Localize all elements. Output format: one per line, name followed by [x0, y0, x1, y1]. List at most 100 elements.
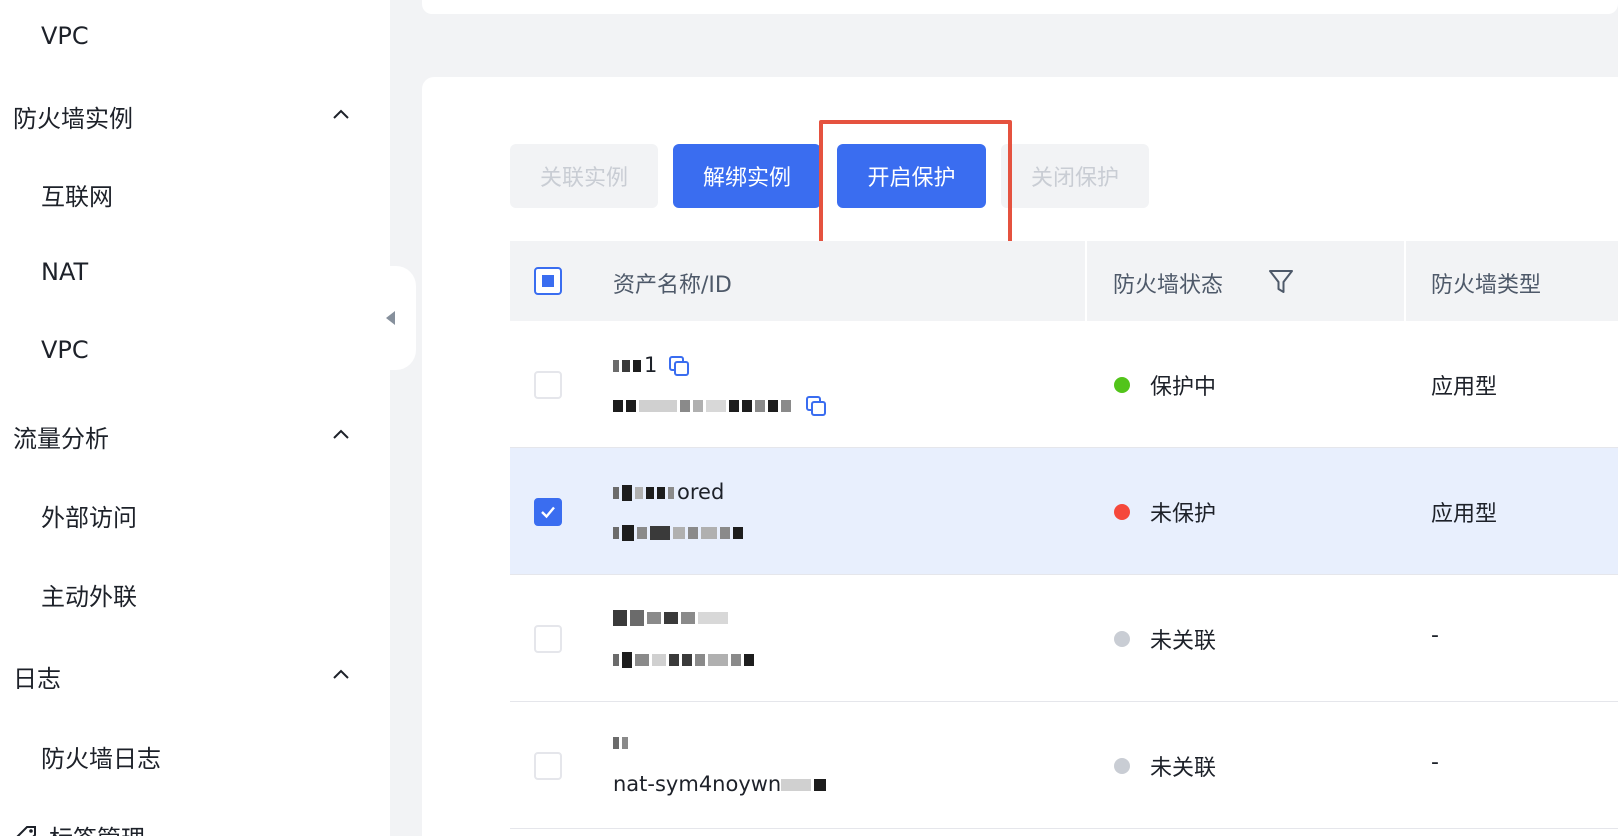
column-divider [1085, 241, 1087, 321]
status-dot [1114, 631, 1130, 647]
chevron-up-icon[interactable] [330, 104, 352, 126]
table-row[interactable]: 1 保护中 应用型 [510, 321, 1618, 448]
redacted-text [622, 485, 632, 501]
sidebar-item-label: 互联网 [41, 182, 113, 211]
checkmark-icon [541, 506, 555, 519]
unbind-instance-button[interactable]: 解绑实例 [673, 144, 821, 208]
sidebar-item-label: 外部访问 [41, 503, 137, 532]
filter-icon[interactable] [1266, 266, 1296, 296]
table-header: 资产名称/ID 防火墙状态 防火墙类型 [510, 241, 1618, 321]
redacted-text [682, 654, 692, 666]
firewall-type: - [1431, 623, 1439, 648]
sidebar-group-firewall-instances[interactable]: 防火墙实例 [0, 86, 390, 146]
row-checkbox[interactable] [534, 752, 562, 780]
sidebar-group-traffic-analysis[interactable]: 流量分析 [0, 406, 390, 466]
redacted-text [688, 527, 698, 539]
button-label: 解绑实例 [702, 166, 791, 191]
asset-name [613, 605, 731, 629]
disable-protection-button[interactable]: 关闭保护 [1001, 144, 1149, 208]
asset-name: 1 [613, 353, 690, 377]
asset-id [613, 520, 746, 544]
status-text: 保护中 [1150, 375, 1217, 400]
redacted-text [626, 400, 636, 412]
redacted-text [622, 360, 630, 372]
associate-instance-button[interactable]: 关联实例 [510, 144, 658, 208]
redacted-text [622, 652, 632, 668]
sidebar-item-label: 主动外联 [41, 582, 137, 611]
sidebar-item-firewall-logs[interactable]: 防火墙日志 [0, 726, 390, 786]
redacted-text [613, 400, 623, 412]
status-text: 未关联 [1150, 756, 1217, 781]
tag-icon [13, 823, 39, 836]
redacted-text [729, 400, 739, 412]
sidebar-item-internet[interactable]: 互联网 [0, 164, 390, 224]
redacted-text [622, 525, 634, 541]
sidebar-item-vpc-top[interactable]: VPC [0, 6, 390, 66]
redacted-text [733, 527, 743, 539]
redacted-text [742, 400, 752, 412]
redacted-text [613, 527, 619, 539]
redacted-text [698, 612, 728, 624]
chevron-up-icon[interactable] [330, 664, 352, 686]
sidebar-item-nat[interactable]: NAT [0, 242, 390, 302]
redacted-text [731, 654, 741, 666]
sidebar-item-outbound[interactable]: 主动外联 [0, 564, 390, 624]
enable-protection-button[interactable]: 开启保护 [837, 144, 986, 208]
row-checkbox[interactable] [534, 371, 562, 399]
sidebar-item-label: 日志 [13, 664, 61, 693]
caret-left-icon [385, 311, 395, 325]
sidebar-item-vpc[interactable]: VPC [0, 320, 390, 380]
sidebar-item-label: 标签管理 [49, 819, 145, 836]
firewall-type: - [1431, 750, 1439, 775]
redacted-text [720, 527, 730, 539]
asset-id [613, 393, 827, 417]
row-checkbox[interactable] [534, 498, 562, 526]
sidebar-item-tag-management[interactable]: 标签管理 [0, 806, 390, 836]
table-row[interactable]: ored 未保护 应用型 [510, 448, 1618, 575]
asset-name: ored [613, 480, 724, 504]
redacted-text [664, 612, 678, 624]
redacted-text [681, 612, 695, 624]
button-label: 关闭保护 [1030, 166, 1119, 191]
redacted-text [635, 487, 643, 499]
redacted-text [630, 610, 644, 626]
chevron-up-icon[interactable] [330, 424, 352, 446]
column-divider [1404, 241, 1406, 321]
redacted-text [814, 779, 827, 791]
firewall-status: 未关联 [1114, 750, 1216, 782]
copy-icon[interactable] [668, 355, 690, 377]
redacted-text [668, 487, 674, 499]
asset-name [613, 730, 631, 754]
sidebar-item-external-access[interactable]: 外部访问 [0, 485, 390, 545]
sidebar-item-label: NAT [41, 258, 89, 286]
firewall-status: 未保护 [1114, 496, 1216, 528]
sidebar-group-logs[interactable]: 日志 [0, 646, 390, 706]
redacted-text [613, 487, 619, 499]
top-card [422, 0, 1618, 14]
copy-icon[interactable] [805, 395, 827, 417]
asset-name-text: ored [677, 480, 725, 504]
redacted-text [708, 654, 728, 666]
redacted-text [781, 779, 812, 791]
sidebar-item-label: VPC [41, 336, 89, 364]
redacted-text [650, 526, 670, 540]
table-row[interactable]: nat-sym4noywn 未关联 - [510, 702, 1618, 829]
asset-name-text: 1 [644, 353, 658, 377]
sidebar: VPC 防火墙实例 互联网 NAT VPC 流量分析 外部访问 主动外联 日志 … [0, 0, 390, 836]
redacted-text [768, 400, 778, 412]
redacted-text [646, 487, 654, 499]
button-label: 开启保护 [867, 166, 956, 191]
redacted-text [613, 360, 619, 372]
redacted-text [744, 654, 754, 666]
sidebar-item-label: VPC [41, 22, 89, 50]
status-dot [1114, 377, 1130, 393]
redacted-text [695, 654, 705, 666]
status-dot [1114, 504, 1130, 520]
status-text: 未保护 [1150, 502, 1217, 527]
row-checkbox[interactable] [534, 625, 562, 653]
sidebar-collapse-button[interactable] [378, 266, 416, 370]
redacted-text [657, 487, 665, 499]
table-row[interactable]: 未关联 - [510, 575, 1618, 702]
redacted-text [706, 400, 726, 412]
select-all-checkbox[interactable] [534, 267, 562, 295]
